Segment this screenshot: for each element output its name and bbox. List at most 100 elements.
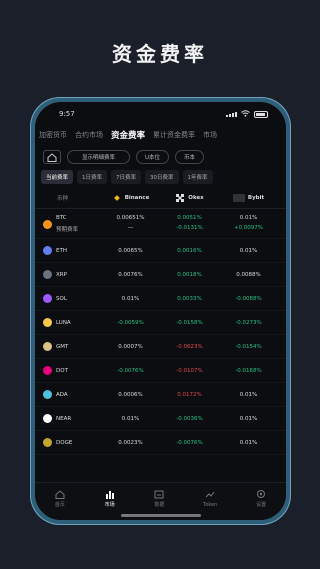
exchange-okex-label: Okex	[188, 195, 204, 201]
usdt-margin-toggle[interactable]: U本位	[136, 150, 170, 164]
nav-token[interactable]: Token	[203, 490, 217, 508]
phone-screen: 9:57 加密货币 合约市场 资金费率 累计资金费率 市场 显示明细费率 U本位…	[35, 102, 286, 520]
coin-column-header: 币种	[57, 196, 69, 202]
show-detail-rate-toggle[interactable]: 显示明细费率	[67, 150, 131, 164]
tab-market[interactable]: 市场	[203, 130, 217, 140]
period-7d[interactable]: 7日费率	[111, 170, 142, 184]
tab-funding-rate[interactable]: 资金费率	[111, 129, 145, 141]
rate-cell-2: 0.0016%	[160, 248, 219, 254]
rate-value: 0.01%	[239, 391, 258, 398]
rate-cell-3: -0.0168%	[219, 368, 278, 374]
table-row[interactable]: ETH 0.0065% 0.0016% 0.01%	[35, 239, 286, 263]
coin-symbol: BTC	[56, 215, 67, 221]
coin-cell: LUNA	[43, 318, 101, 327]
rate-cell-1: 0.01%	[101, 296, 160, 302]
rate-cell-3: 0.01%	[219, 440, 278, 446]
tab-contract-market[interactable]: 合约市场	[75, 130, 103, 140]
nav-token-label: Token	[203, 501, 218, 508]
rate-value: 0.0016%	[177, 247, 202, 254]
coin-icon	[43, 246, 52, 255]
rate-cell-1: 0.01%	[101, 416, 160, 422]
nav-market[interactable]: 市场	[104, 489, 116, 508]
nav-data-label: 数据	[154, 502, 165, 508]
exchange-header: 币种 Binance Okex Bybit	[35, 188, 286, 209]
rate-cell-2: 0.0051% -0.0131%	[160, 215, 219, 231]
battery-icon	[254, 110, 268, 118]
rate-cell-2: -0.0036%	[160, 416, 219, 422]
coin-symbol: SOL	[56, 295, 67, 302]
rate-value: -0.0158%	[176, 319, 203, 326]
gear-icon	[255, 489, 267, 499]
coin-symbol: LUNA	[56, 319, 71, 326]
nav-home[interactable]: 首页	[54, 489, 66, 508]
coin-icon	[43, 270, 52, 279]
table-row[interactable]: DOT -0.0076% -0.0107% -0.0168%	[35, 359, 286, 383]
coin-cell: DOT	[43, 366, 101, 375]
coin-cell: XRP	[43, 270, 101, 279]
top-tabs: 加密货币 合约市场 资金费率 累计资金费率 市场	[35, 126, 286, 144]
rate-cell-1: 0.0007%	[101, 344, 160, 350]
rate-value: 0.0051%	[177, 215, 202, 221]
coin-symbol: ADA	[56, 391, 68, 398]
rate-cell-3: 0.01%	[219, 248, 278, 254]
table-row[interactable]: SOL 0.01% 0.0033% -0.0088%	[35, 287, 286, 311]
period-1y[interactable]: 1年费率	[182, 170, 213, 184]
coin-margin-toggle[interactable]: 币本	[175, 150, 205, 164]
rate-cell-1: 0.0023%	[101, 440, 160, 446]
control-row: 显示明细费率 U本位 币本	[35, 144, 286, 166]
rate-value: 0.0172%	[177, 391, 202, 398]
status-time: 9:57	[59, 110, 75, 118]
rate-cell-1: 0.0076%	[101, 272, 160, 278]
predicted-rate-value: +0.0097%	[233, 225, 264, 231]
rate-value: -0.0076%	[176, 439, 203, 446]
tab-cumulative-funding-rate[interactable]: 累计资金费率	[153, 130, 195, 140]
rate-cell-3: -0.0154%	[219, 344, 278, 350]
nav-settings[interactable]: 设置	[255, 489, 267, 508]
period-current[interactable]: 当前费率	[41, 170, 74, 184]
rate-value: 0.0006%	[118, 391, 143, 398]
period-selector: 当前费率 1日费率 7日费率 30日费率 1年费率	[35, 166, 286, 188]
coin-symbol: NEAR	[56, 415, 72, 422]
coin-icon	[43, 294, 52, 303]
rate-value: 0.0023%	[118, 439, 143, 446]
period-30d[interactable]: 30日费率	[145, 170, 179, 184]
rate-value: -0.0107%	[176, 367, 203, 374]
rate-value: 0.00651%	[116, 215, 145, 221]
nav-data[interactable]: 数据	[153, 489, 165, 508]
table-row[interactable]: LUNA -0.0059% -0.0158% -0.0273%	[35, 311, 286, 335]
phone-frame: 9:57 加密货币 合约市场 资金费率 累计资金费率 市场 显示明细费率 U本位…	[30, 97, 291, 525]
exchange-bybit-label: Bybit	[247, 195, 265, 201]
predicted-rate-value: —	[127, 225, 134, 231]
rate-value: -0.0036%	[176, 415, 203, 422]
home-icon[interactable]	[43, 150, 61, 164]
rate-cell-2: -0.0623%	[160, 344, 219, 350]
period-1d[interactable]: 1日费率	[77, 170, 108, 184]
coin-icon	[43, 318, 52, 327]
table-row[interactable]: GMT 0.0007% -0.0623% -0.0154%	[35, 335, 286, 359]
rate-value: 0.01%	[121, 295, 140, 302]
home-nav-icon	[54, 489, 66, 499]
rate-value: 0.0076%	[118, 271, 143, 278]
rate-value: 0.01%	[239, 247, 258, 254]
exchange-okex[interactable]: Okex	[160, 194, 219, 202]
table-row[interactable]: DOGE 0.0023% -0.0076% 0.01%	[35, 431, 286, 455]
coin-cell: ETH	[43, 246, 101, 255]
table-row[interactable]: ADA 0.0006% 0.0172% 0.01%	[35, 383, 286, 407]
binance-icon	[112, 194, 122, 202]
signal-icon	[226, 111, 237, 117]
exchange-binance[interactable]: Binance	[101, 194, 160, 202]
rate-value: 0.01%	[121, 415, 140, 422]
rate-value: 0.01%	[239, 215, 258, 221]
table-row[interactable]: XRP 0.0076% 0.0018% 0.0088%	[35, 263, 286, 287]
exchange-bybit[interactable]: Bybit	[219, 194, 278, 202]
bybit-icon	[232, 194, 245, 202]
coin-cell: DOGE	[43, 438, 101, 447]
rate-cell-2: -0.0158%	[160, 320, 219, 326]
table-row[interactable]: BTC 预期费率 0.00651% — 0.0051% -0.0131% 0.01% +0.0…	[35, 209, 286, 239]
coin-cell: BTC 预期费率	[43, 215, 101, 233]
rate-value: -0.0154%	[235, 343, 262, 350]
tab-crypto[interactable]: 加密货币	[39, 130, 67, 140]
table-row[interactable]: NEAR 0.01% -0.0036% 0.01%	[35, 407, 286, 431]
nav-market-label: 市场	[104, 502, 115, 508]
rate-cell-3: -0.0088%	[219, 296, 278, 302]
